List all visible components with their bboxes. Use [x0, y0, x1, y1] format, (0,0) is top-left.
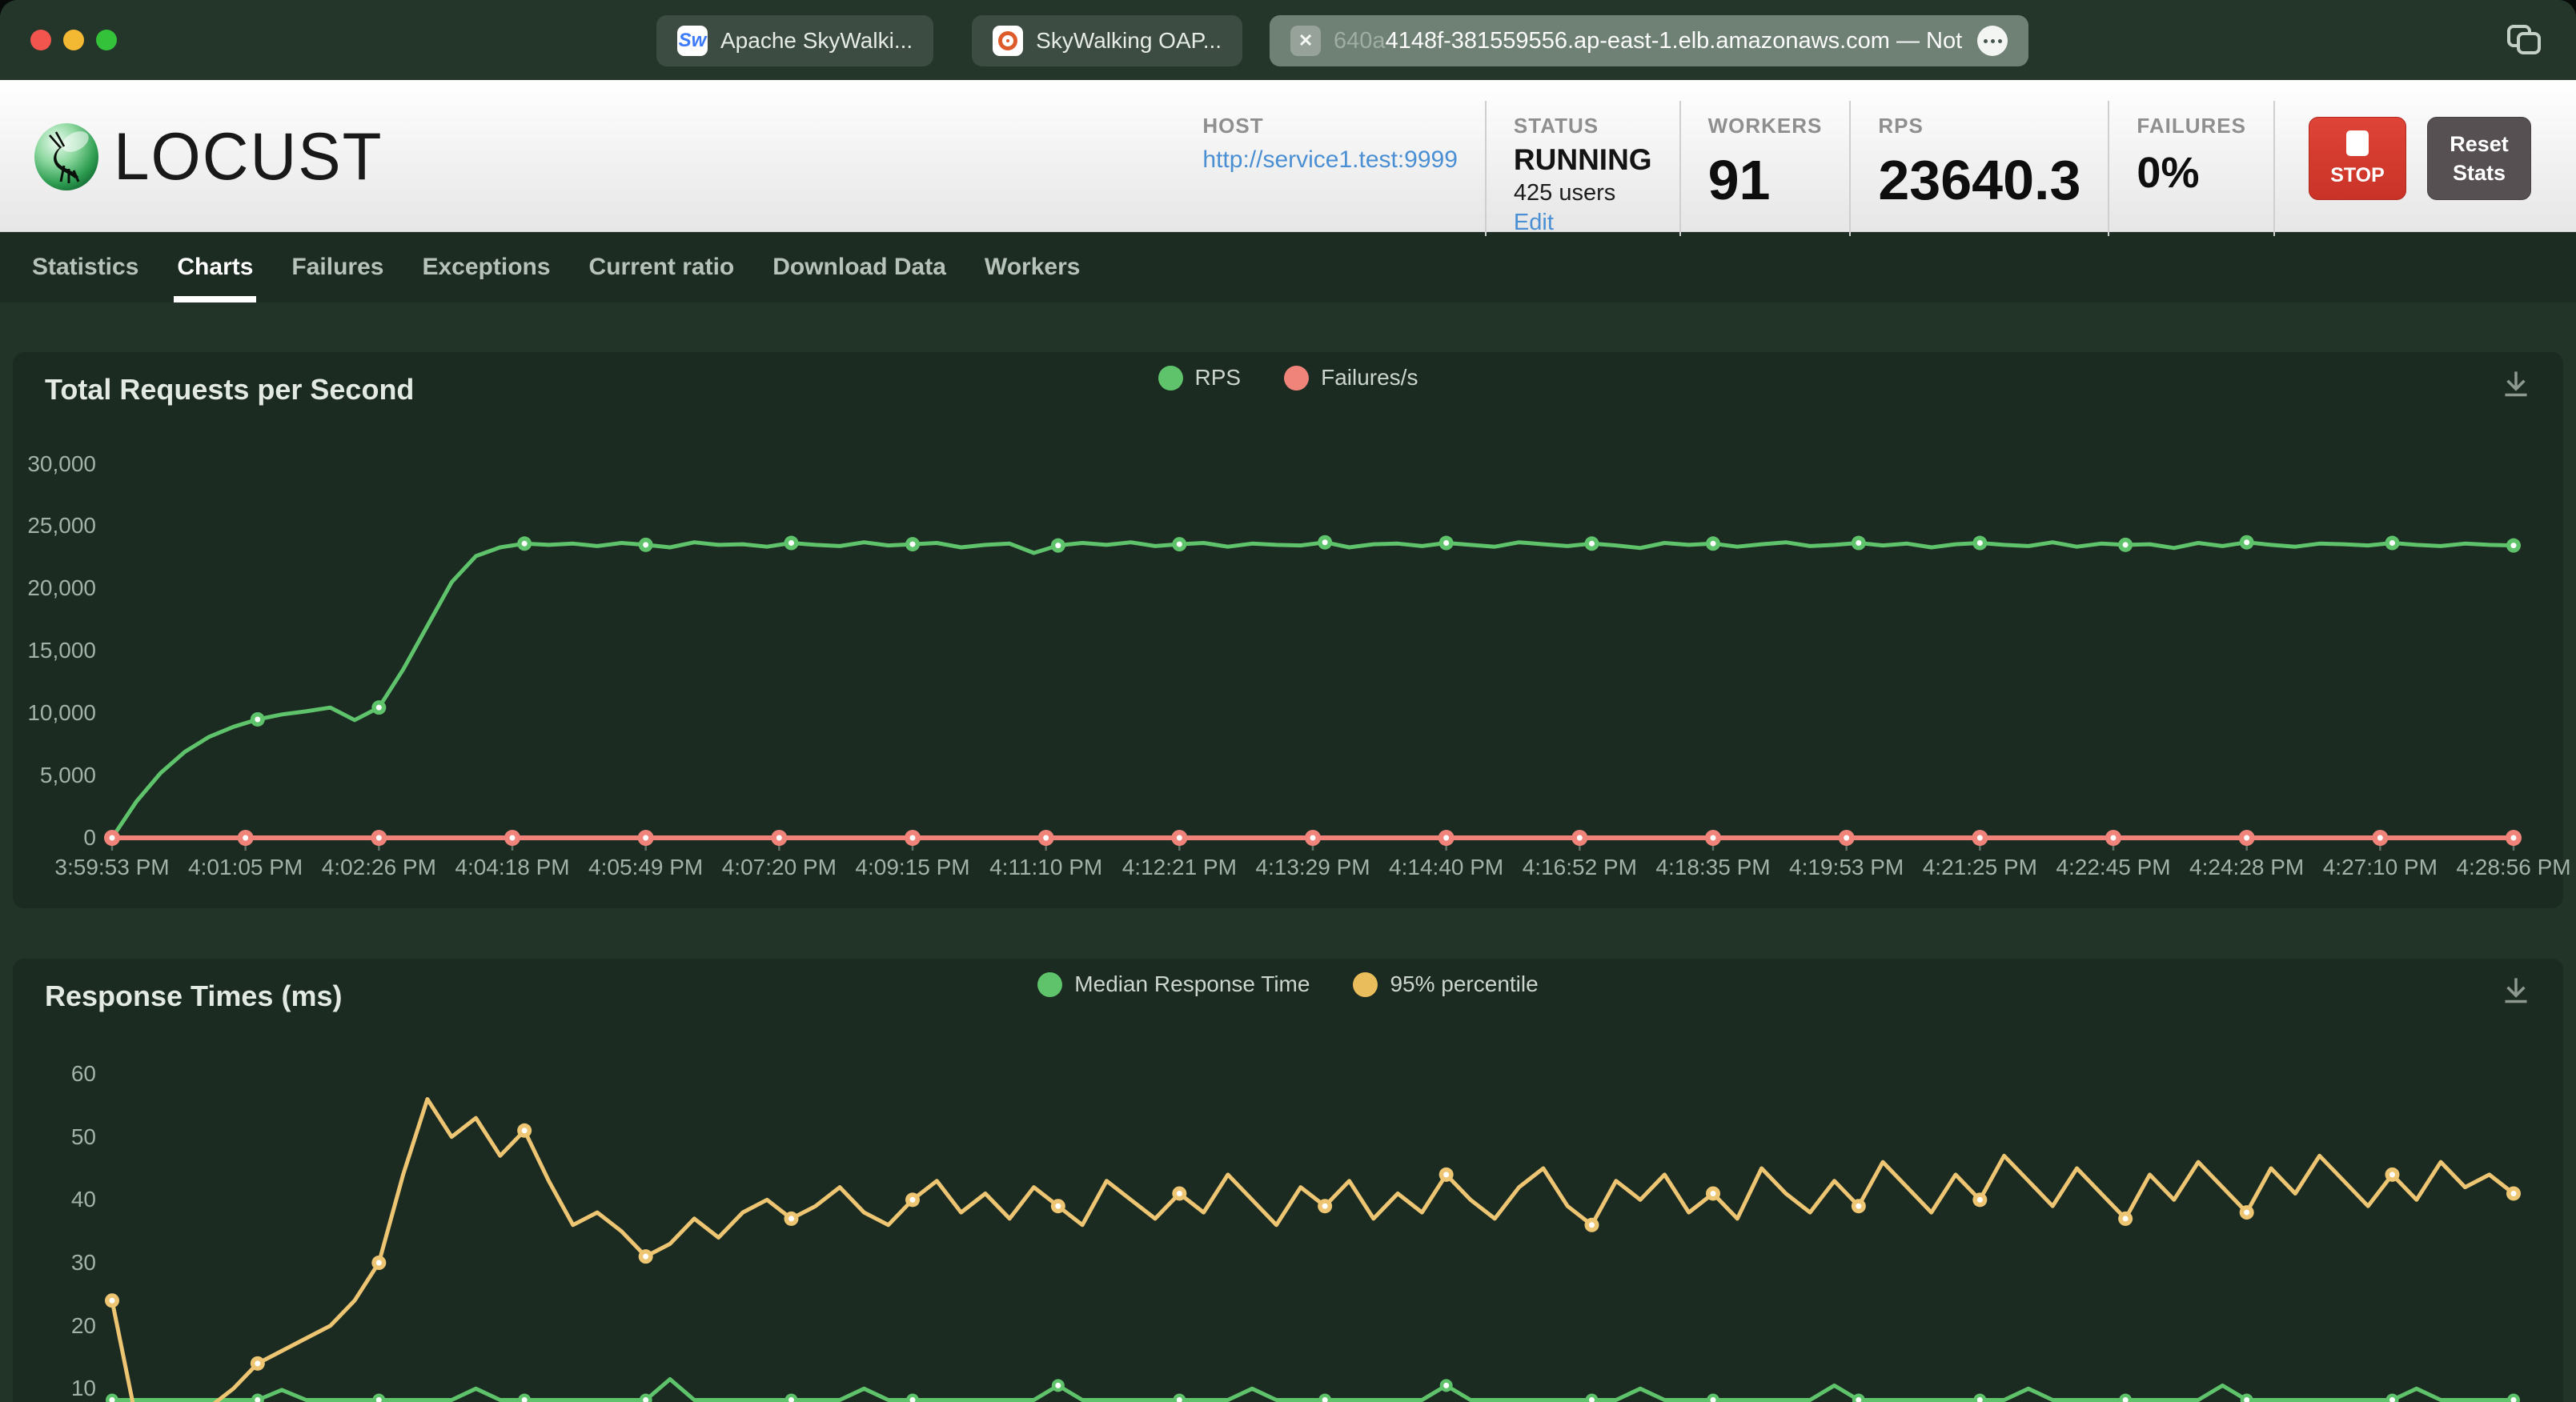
header-stats: HOST http://service1.test:9999 STATUS RU…	[1175, 101, 2531, 236]
browser-titlebar: Sw Apache SkyWalki... SkyWalking OAP... …	[0, 0, 2576, 80]
status-block: STATUS RUNNING 425 users Edit	[1484, 101, 1679, 236]
stop-button[interactable]: STOP	[2309, 117, 2406, 200]
browser-tabs: Sw Apache SkyWalki... SkyWalking OAP... …	[656, 15, 2029, 66]
locust-logo	[34, 123, 98, 190]
workers-value: 91	[1707, 149, 1771, 211]
rps-block: RPS 23640.3	[1849, 101, 2108, 236]
nav-tab-failures[interactable]: Failures	[291, 232, 383, 302]
browser-tab-active[interactable]: ✕ 640a4148f-381559556.ap-east-1.elb.amaz…	[1270, 15, 2029, 66]
host-link[interactable]: http://service1.test:9999	[1202, 146, 1458, 174]
brand: LOCUST	[32, 119, 383, 194]
host-label: HOST	[1202, 114, 1264, 138]
rps-chart-plot[interactable]	[13, 352, 2563, 908]
zoom-window-button[interactable]	[96, 30, 117, 50]
chart-panel-response-times: Response Times (ms) Median Response Time…	[13, 959, 2563, 1402]
close-tab-icon[interactable]: ✕	[1290, 26, 1322, 56]
rps-label: RPS	[1878, 114, 1924, 138]
host-block: HOST http://service1.test:9999	[1175, 101, 1485, 236]
user-count: 425 users	[1513, 180, 1616, 206]
nav-tab-statistics[interactable]: Statistics	[32, 232, 138, 302]
nav-tab-charts[interactable]: Charts	[174, 232, 257, 302]
status-value: RUNNING	[1513, 143, 1652, 176]
nav-tab-workers[interactable]: Workers	[985, 232, 1081, 302]
tab-options-icon[interactable]	[1977, 26, 2008, 56]
stop-icon	[2346, 130, 2369, 156]
tab-overview-icon[interactable]	[2507, 25, 2542, 57]
nav-tab-download-data[interactable]: Download Data	[772, 232, 946, 302]
tab-url: 640a4148f-381559556.ap-east-1.elb.amazon…	[1334, 27, 1964, 54]
app-header: LOCUST HOST http://service1.test:9999 ST…	[0, 80, 2576, 236]
failures-value: 0%	[2137, 149, 2200, 197]
workers-label: WORKERS	[1707, 114, 1823, 138]
browser-tab-label: Apache SkyWalki...	[720, 28, 913, 53]
rps-value: 23640.3	[1878, 149, 2081, 211]
failures-label: FAILURES	[2137, 114, 2246, 138]
status-label: STATUS	[1513, 114, 1599, 138]
workers-block: WORKERS 91	[1679, 101, 1850, 236]
main-nav: Statistics Charts Failures Exceptions Curren…	[0, 232, 2576, 302]
skywalking-favicon-icon: Sw	[677, 26, 708, 56]
response-times-chart-plot[interactable]	[13, 959, 2563, 1402]
skywalking-oap-favicon-icon	[993, 26, 1024, 56]
browser-tab-label: SkyWalking OAP...	[1036, 28, 1222, 53]
edit-link[interactable]: Edit	[1514, 210, 1652, 236]
brand-name: LOCUST	[114, 119, 383, 194]
close-window-button[interactable]	[30, 30, 51, 50]
window-controls	[30, 30, 117, 50]
nav-tab-current-ratio[interactable]: Current ratio	[589, 232, 735, 302]
browser-tab-apache-skywalking[interactable]: Sw Apache SkyWalki...	[656, 15, 934, 66]
minimize-window-button[interactable]	[63, 30, 84, 50]
failures-block: FAILURES 0%	[2108, 101, 2275, 236]
chart-panel-total-rps: Total Requests per Second RPS Failures/s …	[13, 352, 2571, 908]
browser-window: Sw Apache SkyWalki... SkyWalking OAP... …	[0, 0, 2576, 1402]
browser-tab-skywalking-oap[interactable]: SkyWalking OAP...	[972, 15, 1243, 66]
nav-tab-exceptions[interactable]: Exceptions	[422, 232, 550, 302]
reset-stats-button[interactable]: Reset Stats	[2427, 117, 2531, 200]
tab-url-dim-prefix: 640a	[1334, 27, 1386, 54]
